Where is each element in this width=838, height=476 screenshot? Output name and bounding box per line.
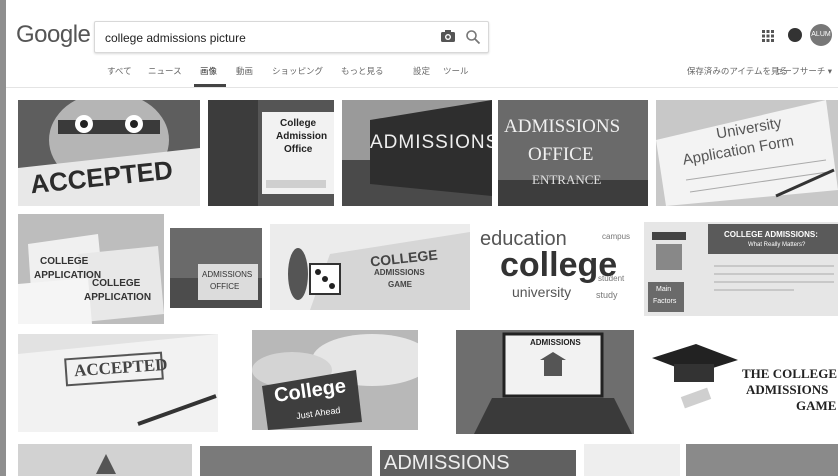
image-result-row4-4[interactable]: [584, 444, 680, 476]
search-icon[interactable]: [465, 29, 481, 45]
papers-application-text-2: APPLICATION: [84, 292, 152, 303]
google-logo[interactable]: Google: [16, 21, 91, 49]
tools-link[interactable]: ツール: [443, 65, 469, 77]
image-result-admission-office[interactable]: College Admission Office: [208, 100, 334, 206]
tab-news[interactable]: ニュース: [148, 65, 182, 77]
small-sign-line1: ADMISSIONS: [202, 270, 253, 279]
search-input[interactable]: [103, 27, 427, 49]
papers-college-text-2: COLLEGE: [92, 278, 141, 289]
image-result-row4-5[interactable]: [686, 444, 838, 476]
tab-all[interactable]: すべて: [107, 65, 132, 77]
papers-college-text: COLLEGE: [40, 256, 89, 267]
application-papers-image: [18, 214, 164, 324]
search-tabs-bar: すべて ニュース 画像 動画 ショッピング もっと見る 設定 ツール 保存済みの…: [6, 57, 838, 88]
game-title-admissions: ADMISSIONS: [374, 268, 425, 277]
infographic-factors: Factors: [653, 298, 677, 305]
safesearch-toggle[interactable]: セーフサーチ ▾: [775, 65, 832, 77]
infographic-title: COLLEGE ADMISSIONS:: [724, 230, 818, 239]
cloud-word-student: student: [598, 274, 625, 283]
sign-line-office: Office: [284, 144, 313, 155]
infographic-main: Main: [656, 286, 672, 293]
row4-admissions-text: ADMISSIONS: [384, 452, 510, 474]
admissions-sign-text: ADMISSIONS: [370, 132, 492, 153]
cloud-word-university: university: [512, 284, 572, 300]
notifications-icon[interactable]: [788, 28, 802, 42]
sign-line-college: College: [280, 118, 317, 129]
row4-1-image: [18, 444, 192, 476]
search-box[interactable]: [94, 21, 489, 53]
grad-game-line2: ADMISSIONS: [746, 382, 829, 397]
grad-game-line1: THE COLLEGE: [742, 366, 837, 381]
cloud-word-study: study: [596, 290, 618, 300]
tab-shopping[interactable]: ショッピング: [272, 65, 323, 77]
sign-line-admission: Admission: [276, 131, 328, 142]
admissions-office-line2: OFFICE: [528, 144, 594, 165]
admissions-office-line1: ADMISSIONS: [504, 116, 621, 137]
laptop-screen-text: ADMISSIONS: [530, 338, 581, 347]
cloud-word-campus: campus: [602, 232, 631, 241]
accepted-stamp-image: [18, 334, 218, 432]
image-result-accepted[interactable]: ACCEPTED: [18, 100, 200, 206]
image-result-accepted-stamp[interactable]: ACCEPTED: [18, 334, 218, 432]
image-result-application-form[interactable]: University Application Form: [656, 100, 838, 206]
tab-more[interactable]: もっと見る: [341, 65, 384, 77]
active-tab-indicator: [194, 84, 226, 87]
apps-grid-icon[interactable]: [762, 30, 774, 42]
image-result-laptop[interactable]: ADMISSIONS: [456, 330, 634, 434]
browser-page: Google ALUM すべて ニュース 画像 動画 ショッピング もっと見る …: [6, 0, 838, 476]
small-sign-line2: OFFICE: [210, 282, 240, 291]
image-result-grad-cap-game[interactable]: THE COLLEGE ADMISSIONS GAME: [646, 338, 838, 430]
tab-videos[interactable]: 動画: [236, 65, 253, 77]
grad-game-line3: GAME: [796, 398, 837, 413]
settings-link[interactable]: 設定: [413, 65, 430, 77]
image-result-admissions-office[interactable]: ADMISSIONS OFFICE ENTRANCE: [498, 100, 648, 206]
image-result-college-application[interactable]: COLLEGE APPLICATION COLLEGE APPLICATION: [18, 214, 164, 324]
image-result-college-road-sign[interactable]: College Just Ahead: [252, 330, 418, 430]
image-result-row4-1[interactable]: [18, 444, 192, 476]
image-result-infographic[interactable]: COLLEGE ADMISSIONS: What Really Matters?…: [644, 222, 838, 316]
papers-application-text: APPLICATION: [34, 270, 102, 281]
infographic-subtitle: What Really Matters?: [748, 242, 806, 248]
camera-icon[interactable]: [440, 29, 456, 43]
image-result-row4-2[interactable]: [200, 446, 372, 476]
tab-images[interactable]: 画像: [200, 65, 217, 77]
office-sign-small-image: [170, 228, 262, 308]
image-result-admissions-office-sign[interactable]: ADMISSIONS OFFICE: [170, 228, 262, 308]
office-sign-image: [208, 100, 334, 206]
account-avatar[interactable]: ALUM: [810, 24, 832, 46]
image-result-admissions-game[interactable]: COLLEGE ADMISSIONS GAME: [270, 224, 470, 310]
game-title-game: GAME: [388, 280, 412, 289]
image-result-word-cloud[interactable]: education college university study stude…: [476, 218, 636, 322]
image-result-admissions-sign[interactable]: ADMISSIONS: [342, 100, 492, 206]
admissions-office-line3: ENTRANCE: [532, 172, 602, 187]
saved-items-link[interactable]: 保存済みのアイテムを見る: [687, 65, 788, 77]
image-result-row4-3[interactable]: ADMISSIONS: [380, 450, 576, 476]
